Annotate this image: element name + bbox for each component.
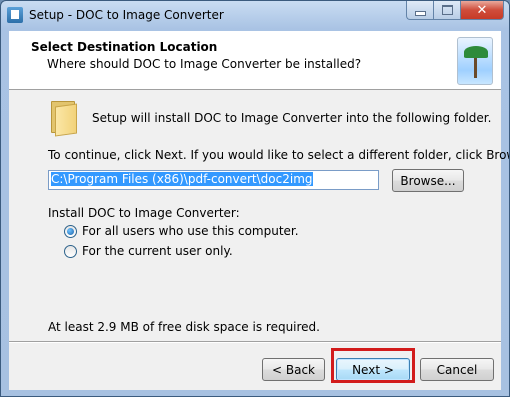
close-button[interactable]: ✕ xyxy=(460,1,504,20)
minimize-button[interactable] xyxy=(406,1,433,20)
path-value: C:\Program Files (x86)\pdf-convert\doc2i… xyxy=(51,172,313,186)
folder-icon xyxy=(49,101,77,137)
next-button-highlight xyxy=(331,348,415,383)
footer-separator xyxy=(9,341,501,343)
page-subtitle: Where should DOC to Image Converter be i… xyxy=(47,57,362,71)
wizard-client-area: Select Destination Location Where should… xyxy=(9,31,509,390)
title-bar[interactable]: Setup - DOC to Image Converter ✕ xyxy=(1,1,509,31)
wizard-header: Select Destination Location Where should… xyxy=(9,31,501,90)
disk-space-text: At least 2.9 MB of free disk space is re… xyxy=(48,320,320,334)
palm-tree-logo-icon xyxy=(457,37,493,85)
current-user-label[interactable]: For the current user only. xyxy=(82,244,233,258)
cancel-button[interactable]: Cancel xyxy=(420,358,494,381)
page-title: Select Destination Location xyxy=(31,40,218,54)
all-users-label[interactable]: For all users who use this computer. xyxy=(82,224,299,238)
intro-text: Setup will install DOC to Image Converte… xyxy=(92,111,492,125)
maximize-icon xyxy=(441,5,453,15)
install-label: Install DOC to Image Converter: xyxy=(48,206,240,220)
maximize-button[interactable] xyxy=(433,1,460,20)
setup-window: Setup - DOC to Image Converter ✕ Select … xyxy=(0,0,510,397)
close-icon: ✕ xyxy=(476,2,488,18)
window-title: Setup - DOC to Image Converter xyxy=(29,8,224,22)
browse-button[interactable]: Browse... xyxy=(392,169,464,192)
all-users-radio[interactable] xyxy=(64,225,77,238)
instruction-text: To continue, click Next. If you would li… xyxy=(48,148,510,162)
current-user-radio[interactable] xyxy=(64,245,77,258)
setup-app-icon[interactable] xyxy=(7,7,23,23)
minimize-icon xyxy=(414,10,426,16)
window-controls: ✕ xyxy=(406,1,504,21)
destination-path-input[interactable]: C:\Program Files (x86)\pdf-convert\doc2i… xyxy=(48,170,379,190)
back-button[interactable]: < Back xyxy=(262,358,325,381)
